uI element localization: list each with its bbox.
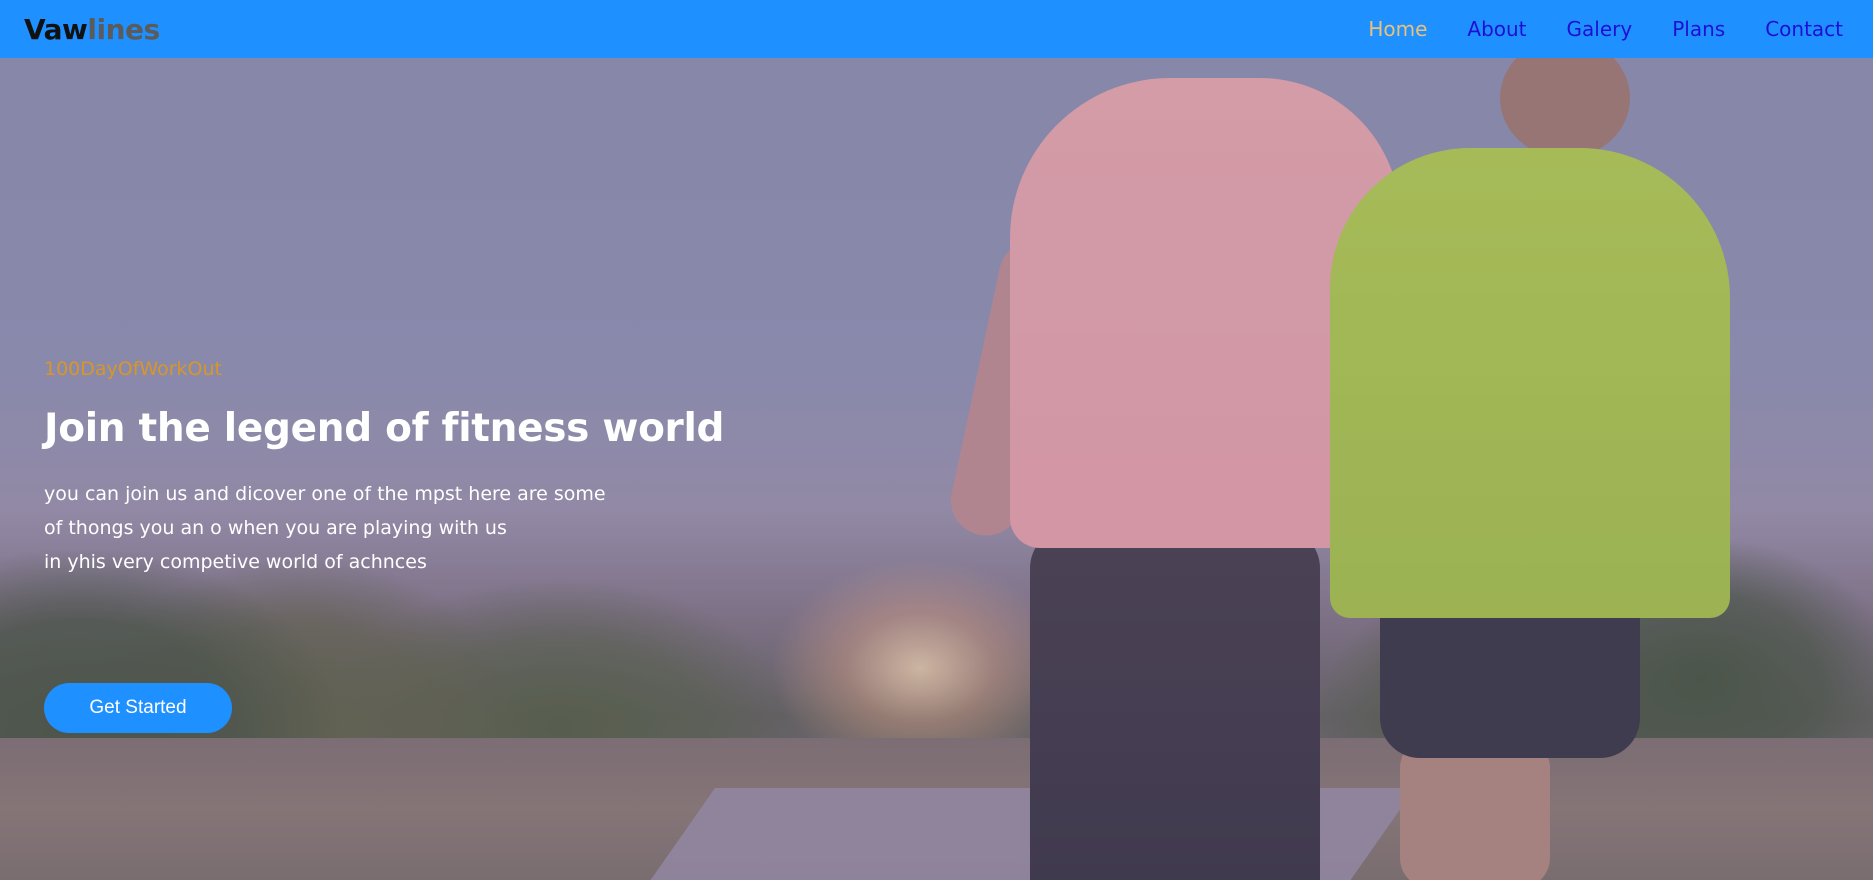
hero-description-line-3: in yhis very competive world of achnces	[44, 551, 427, 573]
hero-description-line-2: of thongs you an o when you are playing …	[44, 517, 507, 539]
nav-link-galery[interactable]: Galery	[1567, 17, 1633, 41]
hero-description-line-1: you can join us and dicover one of the m…	[44, 483, 606, 505]
nav-links: Home About Galery Plans Contact	[1368, 17, 1843, 41]
hero-section: 100DayOfWorkOut Join the legend of fitne…	[0, 58, 1873, 880]
hero-headline: Join the legend of fitness world	[44, 406, 725, 451]
hero-content: 100DayOfWorkOut Join the legend of fitne…	[44, 358, 844, 579]
nav-link-contact[interactable]: Contact	[1765, 17, 1843, 41]
nav-link-about[interactable]: About	[1467, 17, 1526, 41]
logo-part-1: Vaw	[24, 12, 88, 46]
logo-part-2: lines	[87, 12, 160, 46]
nav-link-home[interactable]: Home	[1368, 17, 1427, 41]
navbar: Vawlines Home About Galery Plans Contact	[0, 0, 1873, 58]
site-logo[interactable]: Vawlines	[24, 13, 160, 46]
hero-tagline: 100DayOfWorkOut	[44, 358, 222, 380]
hero-description: you can join us and dicover one of the m…	[44, 477, 844, 579]
get-started-button[interactable]: Get Started	[44, 683, 232, 733]
nav-link-plans[interactable]: Plans	[1672, 17, 1725, 41]
